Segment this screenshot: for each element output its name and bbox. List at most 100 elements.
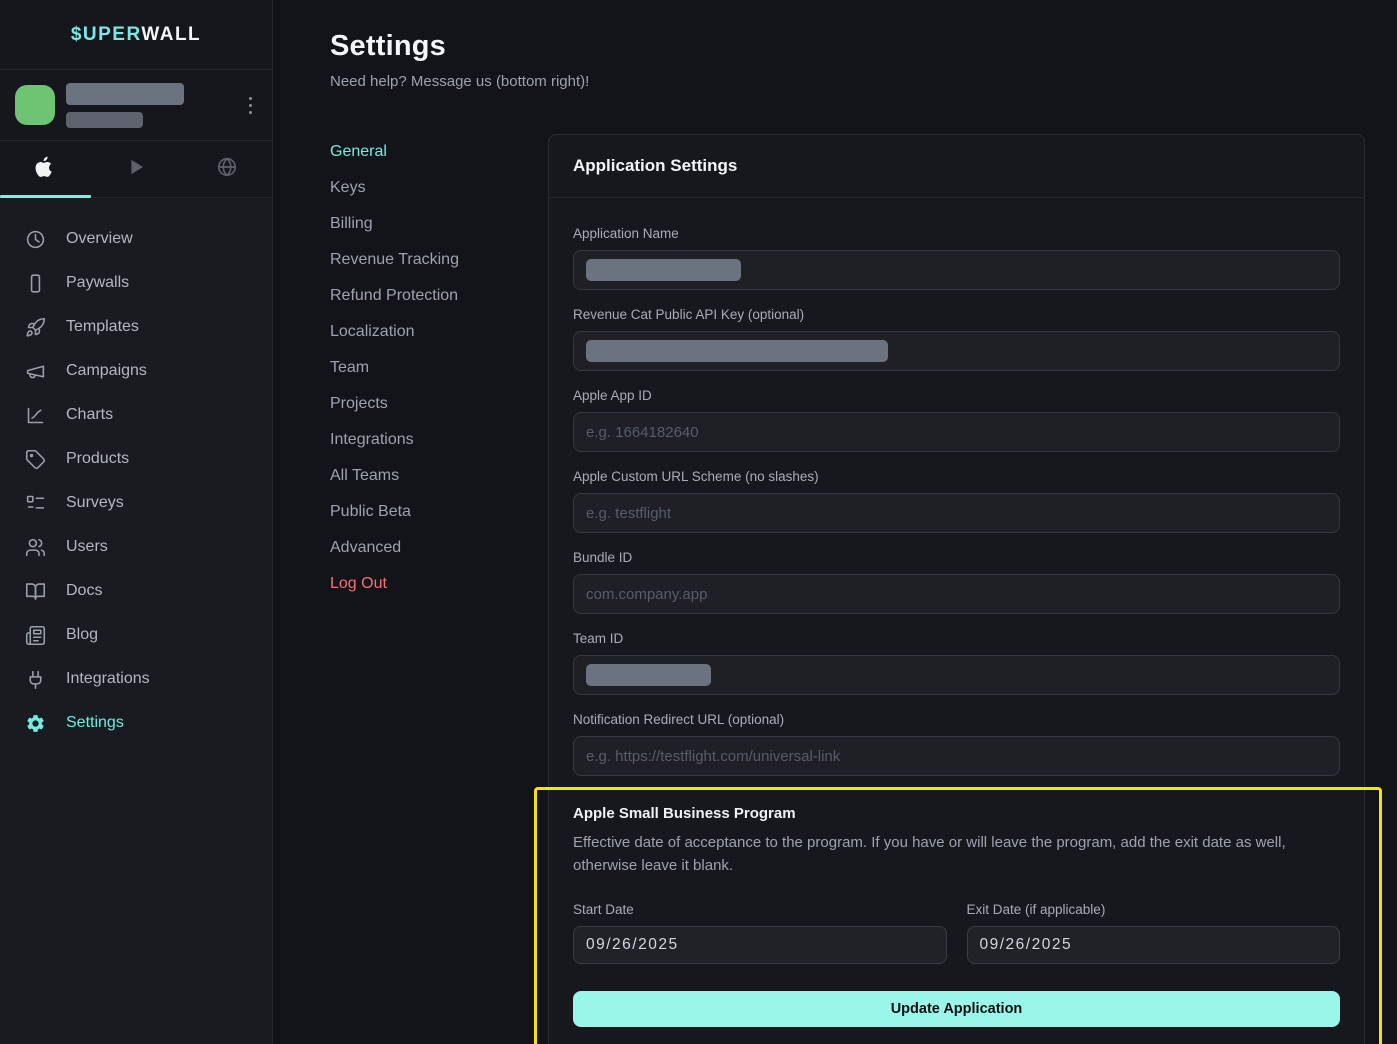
start-date-input[interactable] xyxy=(573,926,947,964)
sidebar-item-integrations[interactable]: Integrations xyxy=(0,657,272,701)
redacted-value-bar xyxy=(586,664,711,686)
logo-section: $UPERWALL xyxy=(0,0,272,70)
field-label: Revenue Cat Public API Key (optional) xyxy=(573,307,1340,322)
sidebar-item-label: Paywalls xyxy=(66,274,129,292)
sbp-description: Effective date of acceptance to the prog… xyxy=(573,831,1340,877)
text-input[interactable] xyxy=(573,412,1340,452)
settings-nav-revenue-tracking[interactable]: Revenue Tracking xyxy=(330,242,459,278)
field-bundle-id: Bundle ID xyxy=(573,550,1340,614)
docs-icon xyxy=(25,581,46,602)
apple-icon xyxy=(34,156,56,183)
paywalls-icon xyxy=(25,273,46,294)
text-input[interactable] xyxy=(573,736,1340,776)
sidebar-item-label: Campaigns xyxy=(66,362,147,380)
sidebar-item-surveys[interactable]: Surveys xyxy=(0,481,272,525)
text-input[interactable] xyxy=(573,493,1340,533)
field-notification-redirect-url-optional: Notification Redirect URL (optional) xyxy=(573,712,1340,776)
sidebar-item-blog[interactable]: Blog xyxy=(0,613,272,657)
sidebar-item-users[interactable]: Users xyxy=(0,525,272,569)
field-apple-app-id: Apple App ID xyxy=(573,388,1340,452)
text-input-redacted[interactable] xyxy=(573,331,1340,371)
field-application-name: Application Name xyxy=(573,226,1340,290)
sidebar-item-label: Settings xyxy=(66,714,124,732)
overview-icon xyxy=(25,229,46,250)
sidebar-item-label: Integrations xyxy=(66,670,150,688)
sidebar-nav: Overview Paywalls Templates Campaigns Charts… xyxy=(0,198,272,745)
redacted-value-bar xyxy=(586,259,741,281)
sidebar-item-label: Charts xyxy=(66,406,113,424)
settings-nav: GeneralKeysBillingRevenue TrackingRefund… xyxy=(330,134,548,602)
sidebar-item-settings[interactable]: Settings xyxy=(0,701,272,745)
field-label: Apple Custom URL Scheme (no slashes) xyxy=(573,469,1340,484)
platform-tab-google-play[interactable] xyxy=(91,141,182,197)
card-body: Application Name Revenue Cat Public API K… xyxy=(549,198,1364,1044)
sidebar-item-docs[interactable]: Docs xyxy=(0,569,272,613)
settings-nav-all-teams[interactable]: All Teams xyxy=(330,458,399,494)
settings-nav-billing[interactable]: Billing xyxy=(330,206,373,242)
field-label: Bundle ID xyxy=(573,550,1340,565)
text-input-redacted[interactable] xyxy=(573,250,1340,290)
settings-nav-team[interactable]: Team xyxy=(330,350,369,386)
templates-icon xyxy=(25,317,46,338)
field-label: Apple App ID xyxy=(573,388,1340,403)
app-selector[interactable] xyxy=(0,70,272,141)
platform-tab-globe[interactable] xyxy=(181,141,272,197)
redacted-app-name xyxy=(66,83,184,105)
field-team-id: Team ID xyxy=(573,631,1340,695)
sidebar-item-label: Templates xyxy=(66,318,139,336)
settings-nav-integrations[interactable]: Integrations xyxy=(330,422,414,458)
sidebar-item-label: Docs xyxy=(66,582,102,600)
settings-icon xyxy=(25,713,46,734)
main-content: Settings Need help? Message us (bottom r… xyxy=(273,0,1397,1044)
settings-nav-localization[interactable]: Localization xyxy=(330,314,415,350)
apple-small-business-program-section: Apple Small Business Program Effective d… xyxy=(573,805,1340,1027)
platform-tabs xyxy=(0,141,272,198)
sidebar-item-label: Products xyxy=(66,450,129,468)
field-label: Team ID xyxy=(573,631,1340,646)
settings-nav-public-beta[interactable]: Public Beta xyxy=(330,494,411,530)
sidebar-item-label: Surveys xyxy=(66,494,124,512)
globe-icon xyxy=(216,156,238,183)
settings-nav-refund-protection[interactable]: Refund Protection xyxy=(330,278,458,314)
field-label: Application Name xyxy=(573,226,1340,241)
sidebar-item-products[interactable]: Products xyxy=(0,437,272,481)
settings-nav-projects[interactable]: Projects xyxy=(330,386,388,422)
card-header: Application Settings xyxy=(549,135,1364,198)
sidebar-item-paywalls[interactable]: Paywalls xyxy=(0,261,272,305)
logo-rest-text: WALL xyxy=(141,24,201,45)
card-title: Application Settings xyxy=(573,156,1340,176)
page-subtitle: Need help? Message us (bottom right)! xyxy=(330,73,1365,90)
field-label: Notification Redirect URL (optional) xyxy=(573,712,1340,727)
start-date-label: Start Date xyxy=(573,902,947,917)
application-settings-card: Application Settings Application Name Rev… xyxy=(548,134,1365,1044)
app-name-redacted xyxy=(66,83,243,128)
sidebar-item-campaigns[interactable]: Campaigns xyxy=(0,349,272,393)
campaigns-icon xyxy=(25,361,46,382)
field-apple-custom-url-scheme-no-slashes: Apple Custom URL Scheme (no slashes) xyxy=(573,469,1340,533)
exit-date-label: Exit Date (if applicable) xyxy=(967,902,1341,917)
platform-tab-apple[interactable] xyxy=(0,141,91,197)
surveys-icon xyxy=(25,493,46,514)
sidebar-item-overview[interactable]: Overview xyxy=(0,217,272,261)
products-icon xyxy=(25,449,46,470)
text-input[interactable] xyxy=(573,574,1340,614)
settings-nav-keys[interactable]: Keys xyxy=(330,170,366,206)
text-input-redacted[interactable] xyxy=(573,655,1340,695)
settings-nav-advanced[interactable]: Advanced xyxy=(330,530,401,566)
superwall-logo[interactable]: $UPERWALL xyxy=(71,24,201,46)
charts-icon xyxy=(25,405,46,426)
exit-date-input[interactable] xyxy=(967,926,1341,964)
sidebar-item-label: Blog xyxy=(66,626,98,644)
settings-nav-log-out[interactable]: Log Out xyxy=(330,566,387,602)
kebab-menu-icon[interactable] xyxy=(243,91,258,120)
update-application-button[interactable]: Update Application xyxy=(573,991,1340,1027)
sidebar-item-charts[interactable]: Charts xyxy=(0,393,272,437)
google-play-icon xyxy=(125,156,147,183)
field-revenue-cat-public-api-key-optional: Revenue Cat Public API Key (optional) xyxy=(573,307,1340,371)
sidebar-item-label: Users xyxy=(66,538,108,556)
page-title: Settings xyxy=(330,30,1365,63)
logo-accent-text: $UPER xyxy=(71,24,142,45)
sidebar-item-templates[interactable]: Templates xyxy=(0,305,272,349)
settings-nav-general[interactable]: General xyxy=(330,134,387,170)
app-avatar xyxy=(15,85,55,125)
